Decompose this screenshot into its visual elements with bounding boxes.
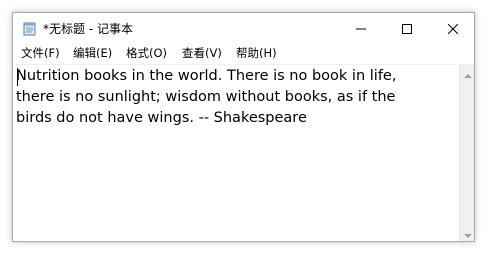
minimize-icon: [356, 19, 366, 38]
text-editor[interactable]: Nutrition books in the world. There is n…: [13, 64, 459, 241]
menu-view[interactable]: 查看(V): [180, 45, 224, 61]
notepad-window: *无标题 - 记事本 文件(F) 编辑(E) 格式(O) 查看(V) 帮助(H): [12, 12, 475, 242]
menu-help[interactable]: 帮助(H): [234, 45, 279, 61]
maximize-icon: [402, 19, 412, 38]
maximize-button[interactable]: [384, 13, 430, 43]
close-button[interactable]: [430, 13, 474, 43]
window-title: *无标题 - 记事本: [43, 22, 133, 36]
scroll-up-arrow-icon: [464, 63, 472, 82]
menu-edit[interactable]: 编辑(E): [71, 45, 114, 61]
text-caret: [17, 68, 18, 86]
scroll-down-button[interactable]: [460, 224, 474, 241]
menu-file[interactable]: 文件(F): [19, 45, 62, 61]
menu-bar: 文件(F) 编辑(E) 格式(O) 查看(V) 帮助(H): [13, 43, 474, 63]
vertical-scrollbar[interactable]: [459, 63, 474, 241]
close-icon: [447, 19, 459, 38]
editor-content[interactable]: Nutrition books in the world. There is n…: [16, 66, 456, 129]
scroll-up-button[interactable]: [460, 63, 474, 82]
title-bar[interactable]: *无标题 - 记事本: [13, 13, 474, 43]
menu-format[interactable]: 格式(O): [124, 45, 169, 61]
notepad-app-icon: [23, 21, 37, 36]
scroll-down-arrow-icon: [464, 224, 472, 241]
minimize-button[interactable]: [338, 13, 384, 43]
